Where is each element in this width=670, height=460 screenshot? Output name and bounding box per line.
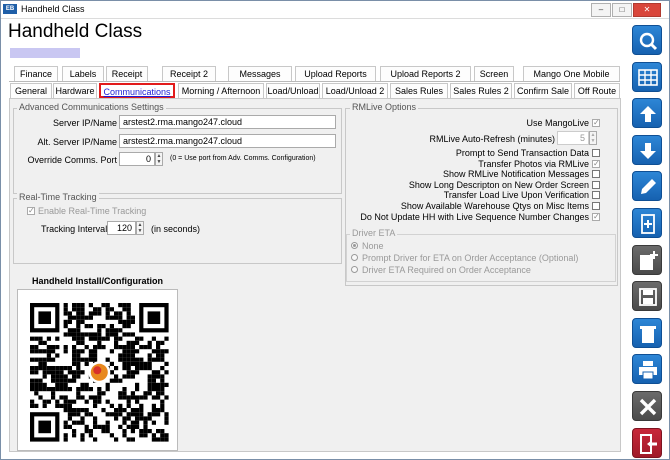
delete-icon <box>640 325 656 343</box>
rmlive-option-checkbox[interactable] <box>592 191 600 200</box>
exit-icon <box>640 433 657 454</box>
new-record-button[interactable] <box>632 208 662 238</box>
realtime-legend: Real-Time Tracking <box>17 192 99 202</box>
rmlive-option-checkbox[interactable] <box>592 149 600 157</box>
tab-messages[interactable]: Messages <box>228 66 292 81</box>
tab-sales-rules[interactable]: Sales Rules <box>390 83 448 98</box>
list-view-button[interactable] <box>632 61 662 92</box>
tab-finance[interactable]: Finance <box>14 66 58 81</box>
page-title: Handheld Class <box>8 21 143 42</box>
server-label: Server IP/Name <box>52 118 117 128</box>
tab-mango-one-mobile[interactable]: Mango One Mobile <box>523 66 620 81</box>
cancel-button[interactable] <box>632 391 662 421</box>
enable-realtime-checkbox[interactable]: ✓ <box>27 207 35 215</box>
print-icon <box>639 361 657 380</box>
tab-morning-afternoon[interactable]: Morning / Afternoon <box>178 83 264 98</box>
add-copy-button[interactable] <box>632 244 662 275</box>
tab-hardware[interactable]: Hardware <box>53 83 97 98</box>
rmlive-option-checkbox[interactable] <box>592 202 600 210</box>
rmlive-option-label: Show Available Warehouse Qtys on Misc It… <box>400 201 589 211</box>
grid-icon <box>638 68 658 86</box>
tab-upload-reports[interactable]: Upload Reports <box>295 66 376 81</box>
rmlive-option-label: Show RMLive Notification Messages <box>442 169 589 180</box>
adv-comms-legend: Advanced Communications Settings <box>17 102 166 112</box>
save-icon <box>639 288 657 307</box>
driver-eta-legend: Driver ETA <box>350 228 398 238</box>
port-label: Override Comms. Port <box>27 155 117 165</box>
tab-general[interactable]: General <box>10 83 52 98</box>
tab-labels[interactable]: Labels <box>62 66 104 81</box>
tab-load-unload-2[interactable]: Load/Unload 2 <box>322 83 388 98</box>
print-button[interactable] <box>632 354 662 385</box>
driver-eta-option-label: Prompt Driver for ETA on Order Acceptanc… <box>362 253 579 263</box>
driver-eta-option-label: Driver ETA Required on Order Acceptance <box>362 265 531 275</box>
use-mangolive-checkbox[interactable]: ✓ <box>592 119 600 127</box>
driver-eta-radio[interactable] <box>351 242 358 249</box>
interval-input[interactable]: 120 <box>107 221 136 235</box>
rmlive-option-label: Do Not Update HH with Live Sequence Numb… <box>360 211 589 222</box>
minimize-button[interactable]: – <box>591 3 611 17</box>
window-title: Handheld Class <box>21 4 85 14</box>
driver-eta-radio[interactable] <box>351 254 358 261</box>
cancel-icon <box>639 398 657 416</box>
previous-record-button[interactable] <box>632 98 662 129</box>
rmlive-option-checkbox[interactable] <box>592 180 600 189</box>
close-button[interactable]: ✕ <box>633 3 661 17</box>
auto-refresh-spinner[interactable]: ▲ ▼ <box>589 131 597 145</box>
search-button[interactable] <box>632 25 662 55</box>
rmlive-option-label: Transfer Photos via RMLive <box>478 158 589 169</box>
tab-confirm-sale[interactable]: Confirm Sale <box>514 83 572 98</box>
tab-row-1-divider <box>9 81 620 82</box>
tab-off-route[interactable]: Off Route <box>574 83 620 98</box>
rmlive-option-label: Transfer Load Live Upon Verification <box>443 190 589 201</box>
tab-upload-reports-2[interactable]: Upload Reports 2 <box>380 66 471 81</box>
rmlive-option-label: Prompt to Send Transaction Data <box>455 148 589 158</box>
exit-button[interactable] <box>632 427 662 458</box>
tab-receipt-2[interactable]: Receipt 2 <box>162 66 216 81</box>
interval-label: Tracking Interval <box>41 224 108 234</box>
rmlive-option-checkbox[interactable]: ✓ <box>592 159 600 168</box>
rmlive-option-checkbox[interactable]: ✓ <box>592 212 600 221</box>
add-document-icon <box>640 250 658 270</box>
record-name-highlight <box>10 48 80 58</box>
rmlive-option-checkbox[interactable] <box>592 170 600 179</box>
alt-server-label: Alt. Server IP/Name <box>37 137 117 147</box>
tab-communications[interactable]: Communications <box>99 83 175 98</box>
tab-receipt[interactable]: Receipt <box>106 66 148 81</box>
server-input[interactable]: arstest2.rma.mango247.cloud <box>119 115 336 129</box>
driver-eta-radio[interactable] <box>351 266 358 273</box>
interval-unit: (in seconds) <box>151 224 201 234</box>
edit-icon <box>641 179 656 195</box>
use-mangolive-label: Use MangoLive <box>526 118 589 128</box>
arrow-down-icon <box>640 142 656 159</box>
maximize-button[interactable]: □ <box>612 3 632 17</box>
interval-spinner[interactable]: ▲ ▼ <box>136 221 144 235</box>
port-spinner[interactable]: ▲ ▼ <box>155 152 163 166</box>
enable-realtime-label: Enable Real-Time Tracking <box>38 206 147 216</box>
driver-eta-option-label: None <box>362 241 384 251</box>
auto-refresh-input[interactable]: 5 <box>557 131 589 145</box>
delete-button[interactable] <box>632 317 662 348</box>
install-title: Handheld Install/Configuration <box>32 276 163 286</box>
rmlive-option-label: Show Long Descripton on New Order Screen <box>408 179 589 190</box>
rmlive-legend: RMLive Options <box>350 102 419 112</box>
next-record-button[interactable] <box>632 134 662 165</box>
install-qr-code <box>17 289 178 451</box>
app-logo-icon: EB <box>3 4 17 14</box>
tab-screen[interactable]: Screen <box>474 66 514 81</box>
edit-button[interactable] <box>632 171 662 202</box>
new-document-icon <box>641 214 655 234</box>
tab-load-unload[interactable]: Load/Unload <box>266 83 320 98</box>
port-input[interactable]: 0 <box>119 152 155 166</box>
save-button[interactable] <box>632 281 662 312</box>
tab-sales-rules-2[interactable]: Sales Rules 2 <box>450 83 512 98</box>
auto-refresh-label: RMLive Auto-Refresh (minutes) <box>429 134 555 144</box>
alt-server-input[interactable]: arstest2.rma.mango247.cloud <box>119 134 336 148</box>
title-bar: EB Handheld Class – □ ✕ <box>1 1 669 19</box>
port-note: (0 = Use port from Adv. Comms. Configura… <box>170 155 316 162</box>
search-icon <box>639 32 658 51</box>
arrow-up-icon <box>640 106 656 123</box>
